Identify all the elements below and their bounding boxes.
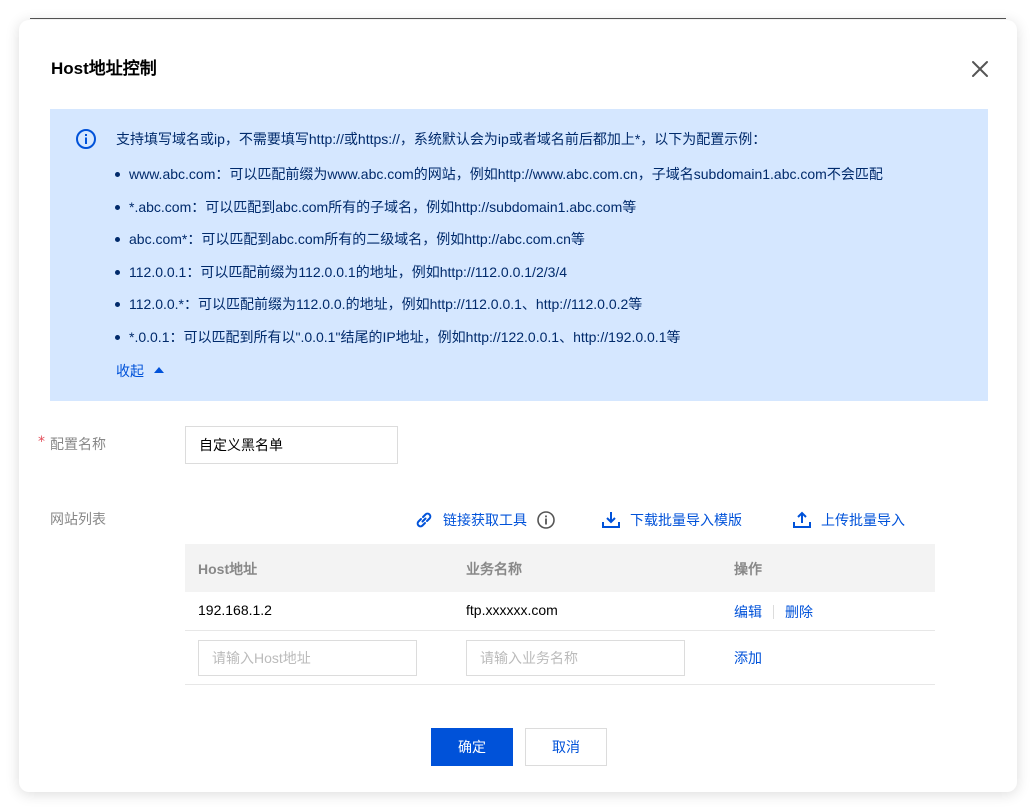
upload-import-label: 上传批量导入 bbox=[821, 512, 905, 528]
host-cell: 192.168.1.2 bbox=[198, 602, 272, 618]
download-template-button[interactable]: 下载批量导入模版 bbox=[601, 508, 742, 532]
config-name-label: 配置名称 bbox=[50, 436, 106, 452]
business-input[interactable] bbox=[466, 640, 685, 676]
add-link[interactable]: 添加 bbox=[734, 648, 762, 668]
column-header-host: Host地址 bbox=[198, 561, 258, 577]
link-tool-label: 链接获取工具 bbox=[443, 512, 527, 528]
example-item: *.0.0.1：可以匹配到所有以".0.0.1"结尾的IP地址，例如http:/… bbox=[114, 327, 883, 360]
confirm-button[interactable]: 确定 bbox=[431, 728, 513, 766]
collapse-link[interactable]: 收起 bbox=[116, 361, 164, 381]
info-intro-text: 支持填写域名或ip，不需要填写http://或https://，系统默认会为ip… bbox=[116, 131, 767, 147]
business-cell: ftp.xxxxxx.com bbox=[466, 602, 558, 618]
edit-link[interactable]: 编辑 bbox=[734, 602, 762, 622]
example-item: 112.0.0.1：可以匹配前缀为112.0.0.1的地址，例如http://1… bbox=[114, 262, 883, 295]
caret-up-icon bbox=[154, 367, 164, 373]
delete-link[interactable]: 删除 bbox=[785, 602, 813, 622]
host-input[interactable] bbox=[198, 640, 417, 676]
action-divider bbox=[773, 605, 774, 619]
host-control-dialog: Host地址控制 支持填写域名或ip，不需要填写http://或https://… bbox=[19, 20, 1017, 792]
example-list: www.abc.com：可以匹配前缀为www.abc.com的网站，例如http… bbox=[114, 164, 883, 359]
cancel-button[interactable]: 取消 bbox=[525, 728, 607, 766]
table-row: 192.168.1.2 ftp.xxxxxx.com 编辑 删除 bbox=[185, 592, 935, 631]
download-template-label: 下载批量导入模版 bbox=[630, 512, 742, 528]
column-header-actions: 操作 bbox=[734, 561, 762, 577]
upload-import-button[interactable]: 上传批量导入 bbox=[792, 508, 905, 532]
column-header-business: 业务名称 bbox=[466, 561, 522, 577]
download-icon bbox=[602, 512, 620, 528]
info-alert: 支持填写域名或ip，不需要填写http://或https://，系统默认会为ip… bbox=[50, 109, 988, 401]
example-item: www.abc.com：可以匹配前缀为www.abc.com的网站，例如http… bbox=[114, 164, 883, 197]
example-item: abc.com*：可以匹配到abc.com所有的二级域名，例如http://ab… bbox=[114, 229, 883, 262]
dialog-title: Host地址控制 bbox=[51, 59, 157, 78]
collapse-label: 收起 bbox=[116, 363, 144, 379]
config-name-input[interactable] bbox=[185, 426, 398, 464]
help-circle-icon[interactable] bbox=[536, 510, 556, 530]
link-icon bbox=[416, 512, 432, 528]
new-entry-row: 添加 bbox=[185, 631, 935, 685]
upload-icon bbox=[793, 511, 811, 528]
backdrop-edge bbox=[30, 18, 1006, 19]
required-mark: * bbox=[38, 434, 45, 450]
info-circle-icon bbox=[75, 128, 97, 150]
site-list-label: 网站列表 bbox=[50, 511, 106, 527]
close-icon[interactable] bbox=[969, 58, 991, 80]
example-item: 112.0.0.*：可以匹配前缀为112.0.0.的地址，例如http://11… bbox=[114, 294, 883, 327]
site-table: Host地址 业务名称 操作 192.168.1.2 ftp.xxxxxx.co… bbox=[185, 544, 935, 685]
link-tool-button[interactable]: 链接获取工具 bbox=[414, 508, 565, 532]
example-item: *.abc.com：可以匹配到abc.com所有的子域名，例如http://su… bbox=[114, 197, 883, 230]
table-header: Host地址 业务名称 操作 bbox=[185, 544, 935, 592]
